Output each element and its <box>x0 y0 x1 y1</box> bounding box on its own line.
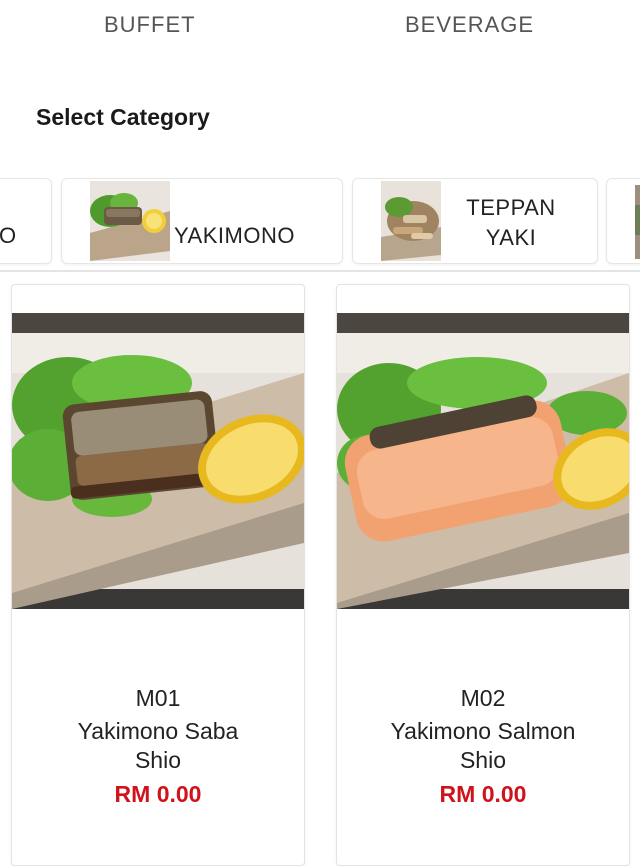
product-code: M01 <box>135 685 181 711</box>
tab-beverage[interactable]: BEVERAGE <box>405 12 534 38</box>
category-label-line1: TEPPAN <box>466 195 556 220</box>
category-label-line2: YAKI <box>485 225 537 250</box>
product-name: Yakimono Saba Shio <box>12 717 304 775</box>
product-card[interactable]: M01 Yakimono Saba Shio RM 0.00 <box>11 284 305 866</box>
product-price: RM 0.00 <box>439 781 527 807</box>
product-name-line2: Shio <box>134 747 182 773</box>
category-item-yakimono[interactable]: YAKIMONO <box>61 178 343 264</box>
category-label: TEPPAN YAKI <box>451 193 571 253</box>
product-name-line1: Yakimono Saba <box>77 718 239 744</box>
category-item-partial-right[interactable] <box>606 178 640 264</box>
product-name-line2: Shio <box>459 747 507 773</box>
teppan-yaki-thumbnail <box>381 181 441 261</box>
saba-fish-photo <box>12 313 304 609</box>
category-thumbnail-partial <box>635 185 640 259</box>
product-card[interactable]: M02 Yakimono Salmon Shio RM 0.00 <box>336 284 630 866</box>
product-code: M02 <box>460 685 506 711</box>
category-label: YAKIMONO <box>174 223 295 248</box>
category-label: O <box>0 223 17 248</box>
category-strip[interactable]: O YAKIMONO TEPPAN YAKI <box>0 176 640 272</box>
salmon-fish-photo <box>337 313 629 609</box>
product-price: RM 0.00 <box>114 781 202 807</box>
category-item-partial[interactable]: O <box>0 178 52 264</box>
yakimono-thumbnail <box>90 181 170 261</box>
tab-buffet[interactable]: BUFFET <box>104 12 196 38</box>
section-title: Select Category <box>36 104 210 130</box>
top-tab-bar: BUFFET BEVERAGE <box>0 0 640 52</box>
product-name-line1: Yakimono Salmon <box>390 718 576 744</box>
category-item-teppan-yaki[interactable]: TEPPAN YAKI <box>352 178 598 264</box>
product-name: Yakimono Salmon Shio <box>337 717 629 775</box>
